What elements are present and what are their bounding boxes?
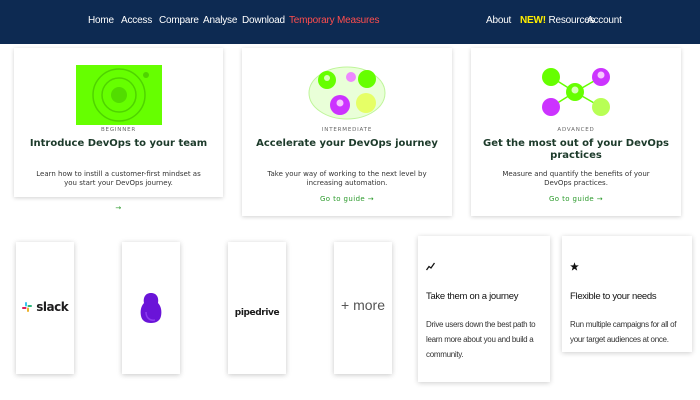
- slack-logo: slack: [16, 298, 74, 316]
- pipedrive-wordmark: pipedrive: [234, 308, 280, 318]
- app-blob-icon: [140, 293, 162, 323]
- nav-resources[interactable]: NEW! Resources: [520, 15, 595, 26]
- intermediate-illustration: [307, 65, 387, 121]
- more-integrations: + more: [334, 297, 392, 315]
- slack-wordmark: slack: [36, 299, 69, 314]
- integration-tile-more[interactable]: + more: [334, 242, 392, 374]
- beginner-illustration: [75, 65, 162, 125]
- guide-level: BEGINNER: [100, 127, 137, 133]
- guide-card-intermediate[interactable]: INTERMEDIATE Accelerate your DevOps jour…: [242, 48, 452, 216]
- feature-card-journey: Take them on a journey Drive users down …: [418, 236, 550, 382]
- integration-tile-purple-app[interactable]: [122, 242, 180, 374]
- pipedrive-logo: pipedrive: [228, 302, 286, 320]
- feature-description: Drive users down the best path to learn …: [426, 320, 536, 359]
- guide-title: Accelerate your DevOps journey: [256, 138, 438, 149]
- feature-description: Run multiple campaigns for all of your t…: [570, 320, 677, 344]
- feature-title: Take them on a journey: [426, 291, 519, 302]
- nav-about[interactable]: About: [486, 15, 511, 26]
- nav-compare[interactable]: Compare: [159, 15, 199, 26]
- nav-access[interactable]: Access: [121, 15, 152, 26]
- nav-account[interactable]: Account: [587, 15, 622, 26]
- integration-tile-slack[interactable]: slack: [16, 242, 74, 374]
- purple-app-logo: [122, 292, 180, 329]
- new-badge: NEW!: [520, 15, 546, 26]
- slack-icon: [21, 301, 32, 312]
- guide-level: ADVANCED: [557, 127, 595, 133]
- guide-description: Learn how to instill a customer-first mi…: [36, 170, 201, 187]
- feature-card-flexible: Flexible to your needs Run multiple camp…: [562, 236, 692, 352]
- nav-download[interactable]: Download: [242, 15, 285, 26]
- star-icon: [570, 262, 579, 271]
- guide-description: Measure and quantify the benefits of you…: [502, 170, 650, 187]
- guide-level: INTERMEDIATE: [321, 127, 373, 133]
- nav-analyse[interactable]: Analyse: [203, 15, 237, 26]
- advanced-illustration: [537, 65, 615, 119]
- top-nav: Home Access Compare Analyse Download Tem…: [0, 0, 700, 44]
- guide-card-beginner[interactable]: BEGINNER Introduce DevOps to your team L…: [14, 48, 223, 212]
- feature-title: Flexible to your needs: [570, 291, 657, 302]
- guide-description: Take your way of working to the next lev…: [267, 170, 427, 187]
- guide-card-advanced[interactable]: ADVANCED Get the most out of your DevOps…: [471, 48, 681, 216]
- nav-temporary-measures[interactable]: Temporary Measures: [289, 15, 380, 26]
- guide-link[interactable]: Go to guide →: [471, 195, 681, 203]
- guide-title: Introduce DevOps to your team: [29, 138, 208, 149]
- more-label: + more: [341, 297, 385, 313]
- trend-icon: [426, 262, 435, 271]
- nav-home[interactable]: Home: [88, 15, 114, 26]
- guide-link[interactable]: Go to guide →: [242, 195, 452, 203]
- guide-link[interactable]: →: [14, 204, 223, 212]
- integration-tile-pipedrive[interactable]: pipedrive: [228, 242, 286, 374]
- guide-title: Get the most out of your DevOps practice…: [482, 138, 669, 161]
